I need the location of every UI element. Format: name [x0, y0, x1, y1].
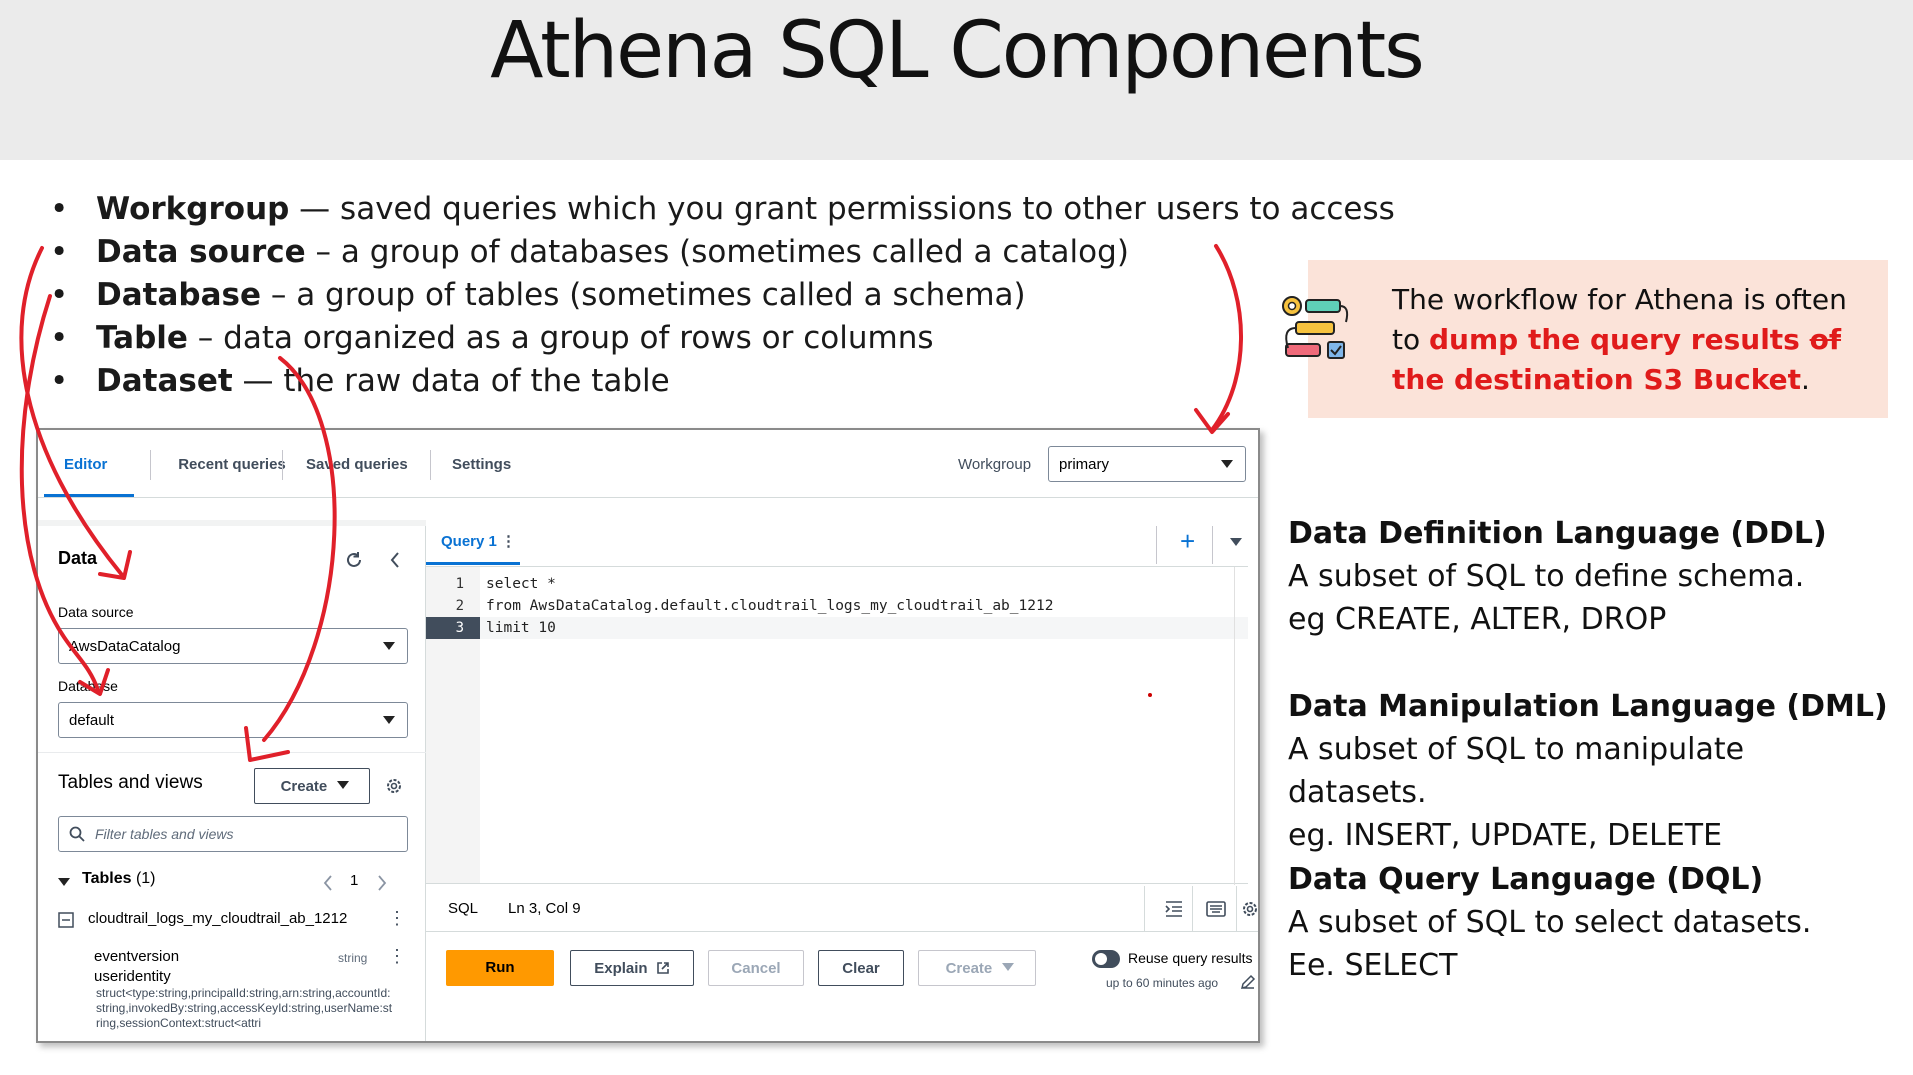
format-icon[interactable]: [1164, 900, 1184, 918]
search-icon: [69, 826, 85, 842]
divider: [38, 752, 426, 753]
chevron-down-icon[interactable]: [1230, 538, 1242, 546]
active-line: [480, 617, 1248, 639]
database-label: Database: [58, 678, 118, 694]
more-options-icon[interactable]: ⋮: [388, 908, 406, 929]
cursor-dot: [1148, 693, 1152, 697]
ddl-section: Data Definition Language (DDL) A subset …: [1288, 516, 1827, 637]
data-panel: Data Data source AwsDataCatalog Database…: [38, 520, 426, 1041]
chevron-left-icon[interactable]: [388, 550, 402, 570]
column-type: string: [338, 951, 368, 965]
chevron-down-icon: [337, 781, 350, 789]
status-language: SQL: [448, 900, 479, 917]
tab-divider: [150, 450, 151, 480]
workflow-callout: The workflow for Athena is often to dump…: [1282, 260, 1888, 418]
toolbar-divider: [1156, 526, 1157, 564]
line-number: 2: [455, 598, 464, 614]
athena-console: Editor Recent queries Saved queries Sett…: [36, 428, 1260, 1043]
column-name: useridentity: [94, 968, 171, 985]
tab-divider: [430, 450, 431, 480]
data-source-label: Data source: [58, 604, 134, 620]
line-number: 1: [455, 576, 464, 592]
code-editor[interactable]: 1 2 3 select * from AwsDataCatalog.defau…: [426, 566, 1248, 885]
collapse-icon[interactable]: [58, 912, 74, 928]
bullet-dataset: • Dataset — the raw data of the table: [50, 363, 670, 399]
table-row[interactable]: cloudtrail_logs_my_cloudtrail_ab_1212: [88, 910, 347, 927]
workgroup-label: Workgroup: [958, 456, 1032, 473]
explain-button[interactable]: Explain: [570, 950, 694, 986]
divider: [1192, 886, 1193, 932]
line-number: 3: [426, 617, 480, 639]
callout-text: The workflow for Athena is often to dump…: [1392, 283, 1847, 396]
column-struct-type: struct<type:string,principalId:string,ar…: [96, 986, 393, 1030]
console-tabs: Editor Recent queries Saved queries Sett…: [38, 430, 1258, 498]
scrollbar-track[interactable]: [1234, 567, 1235, 885]
code-line: limit 10: [486, 620, 556, 636]
reuse-results-label: Reuse query results: [1128, 950, 1253, 966]
query-editor: Query 1 ⋮ + 1 2 3 select * from AwsDataC…: [426, 520, 1260, 1041]
gear-icon[interactable]: [384, 776, 404, 796]
panel-title: Data: [58, 548, 98, 568]
refresh-icon[interactable]: [344, 550, 364, 570]
run-button[interactable]: Run: [446, 950, 554, 986]
keyboard-icon[interactable]: [1206, 900, 1226, 918]
panel-top-strip: [38, 520, 426, 526]
chevron-left-icon[interactable]: [322, 874, 334, 892]
query-actions: Run Explain Cancel Clear Create Reuse qu…: [426, 932, 1258, 1041]
tab-divider: [282, 450, 283, 480]
code-line: select *: [486, 576, 556, 592]
query-tab-indicator: [426, 562, 520, 565]
chevron-down-icon: [1002, 963, 1015, 971]
clear-button[interactable]: Clear: [818, 950, 904, 986]
workgroup-select[interactable]: primary: [1048, 446, 1246, 482]
create-query-button[interactable]: Create: [918, 950, 1036, 986]
dml-section: Data Manipulation Language (DML) A subse…: [1288, 689, 1888, 853]
chevron-down-icon: [383, 716, 395, 724]
chevron-down-icon: [383, 642, 395, 650]
database-select[interactable]: default: [58, 702, 408, 738]
dql-section: Data Query Language (DQL) A subset of SQ…: [1288, 862, 1812, 983]
tab-recent-queries[interactable]: Recent queries: [152, 456, 312, 473]
component-list: • Workgroup — saved queries which you gra…: [50, 188, 1395, 403]
bullet-workgroup: • Workgroup — saved queries which you gra…: [50, 191, 1395, 227]
active-tab-indicator: [44, 494, 134, 497]
add-query-icon[interactable]: +: [1180, 526, 1195, 557]
tab-settings[interactable]: Settings: [452, 456, 511, 473]
slide-header: Athena SQL Components: [0, 0, 1913, 160]
tab-saved-queries[interactable]: Saved queries: [306, 456, 408, 473]
external-link-icon: [656, 962, 669, 974]
chevron-down-icon: [1221, 460, 1233, 468]
bullet-database: • Database – a group of tables (sometimes…: [50, 277, 1026, 313]
edit-icon[interactable]: [1240, 974, 1256, 990]
column-name: eventversion: [94, 948, 180, 965]
reuse-results-toggle[interactable]: [1092, 950, 1120, 968]
chevron-right-icon[interactable]: [376, 874, 388, 892]
toolbar-divider: [1212, 526, 1213, 564]
divider: [1144, 886, 1145, 932]
more-options-icon[interactable]: ⋮: [388, 946, 406, 967]
tables-header: Tables (1): [82, 870, 156, 887]
caret-down-icon[interactable]: [58, 878, 70, 886]
workflow-icon: [1282, 296, 1349, 359]
reuse-results-sublabel: up to 60 minutes ago: [1106, 976, 1219, 990]
editor-status-bar: SQL Ln 3, Col 9: [426, 886, 1260, 932]
slide-title: Athena SQL Components: [490, 6, 1425, 96]
query-tab[interactable]: Query 1 ⋮: [441, 532, 516, 550]
divider: [1236, 886, 1237, 932]
filter-tables-input[interactable]: Filter tables and views: [58, 816, 408, 852]
gear-icon[interactable]: [1240, 899, 1260, 919]
data-source-select[interactable]: AwsDataCatalog: [58, 628, 408, 664]
code-line: from AwsDataCatalog.default.cloudtrail_l…: [486, 598, 1054, 614]
status-cursor-position: Ln 3, Col 9: [508, 900, 581, 917]
create-table-button[interactable]: Create: [254, 768, 370, 804]
bullet-table: • Table – data organized as a group of ro…: [50, 320, 934, 356]
tables-views-label: Tables and views: [58, 772, 203, 793]
cancel-button[interactable]: Cancel: [708, 950, 804, 986]
bullet-data-source: • Data source – a group of databases (som…: [50, 234, 1129, 270]
tab-editor[interactable]: Editor: [64, 456, 107, 473]
page-number[interactable]: 1: [350, 872, 358, 889]
